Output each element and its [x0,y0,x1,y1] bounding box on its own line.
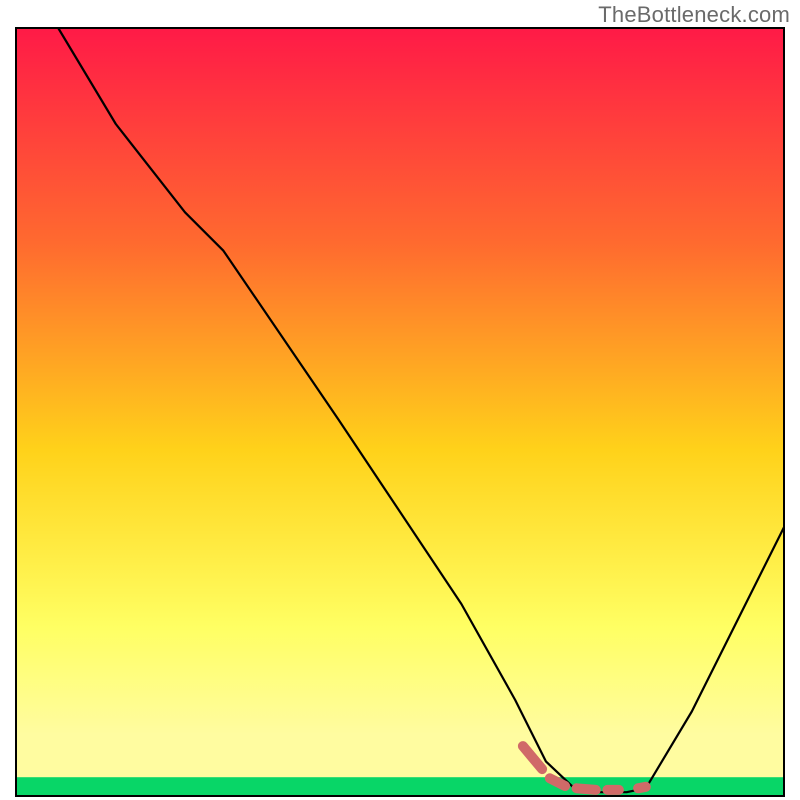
attribution-text: TheBottleneck.com [598,2,790,28]
dash-segment [638,787,646,789]
dash-segment [550,778,565,786]
chart-container: TheBottleneck.com [0,0,800,800]
dash-segment [577,788,596,790]
chart-svg [15,27,785,797]
